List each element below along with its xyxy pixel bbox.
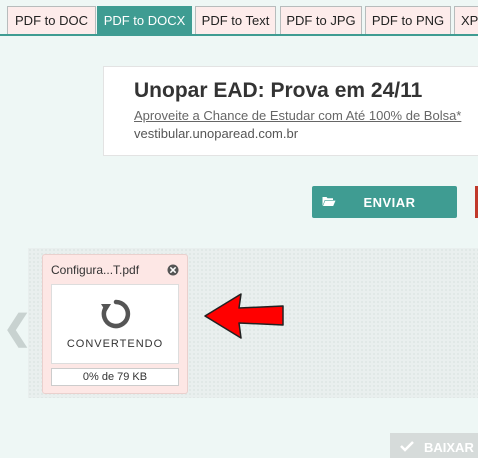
- tab-pdf-to-doc[interactable]: PDF to DOC: [7, 6, 96, 34]
- baixar-button[interactable]: BAIXAR: [390, 433, 478, 458]
- converter-tabs: PDF to DOC PDF to DOCX PDF to Text PDF t…: [0, 0, 478, 36]
- baixar-label: BAIXAR: [424, 440, 474, 455]
- tab-pdf-to-png[interactable]: PDF to PNG: [365, 6, 451, 34]
- file-name: Configura...T.pdf: [51, 263, 140, 277]
- enviar-label: ENVIAR: [363, 195, 416, 210]
- progress-text: 0% de 79 KB: [82, 371, 148, 383]
- file-card: Configura...T.pdf CONVERTENDO 0% de 79 K…: [42, 254, 188, 394]
- prev-arrow-icon[interactable]: ❮: [3, 308, 32, 348]
- tab-pdf-to-jpg[interactable]: PDF to JPG: [280, 6, 362, 34]
- file-preview: CONVERTENDO: [51, 284, 179, 364]
- progress-bar: 0% de 79 KB: [51, 368, 179, 386]
- tab-pdf-to-docx[interactable]: PDF to DOCX: [97, 6, 192, 34]
- ad-banner[interactable]: Unopar EAD: Prova em 24/11 Aproveite a C…: [103, 66, 478, 156]
- check-icon: [400, 440, 414, 455]
- ad-link[interactable]: Aproveite a Chance de Estudar com Até 10…: [134, 108, 461, 123]
- conversion-status: CONVERTENDO: [66, 338, 164, 350]
- ad-title[interactable]: Unopar EAD: Prova em 24/11: [134, 79, 422, 103]
- red-arrow-icon: [203, 292, 285, 345]
- tab-xps[interactable]: XP: [454, 6, 478, 34]
- ad-url[interactable]: vestibular.unoparead.com.br: [134, 126, 298, 141]
- tab-pdf-to-text[interactable]: PDF to Text: [195, 6, 276, 34]
- refresh-icon: [100, 297, 132, 336]
- close-icon[interactable]: [167, 263, 179, 281]
- enviar-button[interactable]: ENVIAR: [312, 186, 457, 218]
